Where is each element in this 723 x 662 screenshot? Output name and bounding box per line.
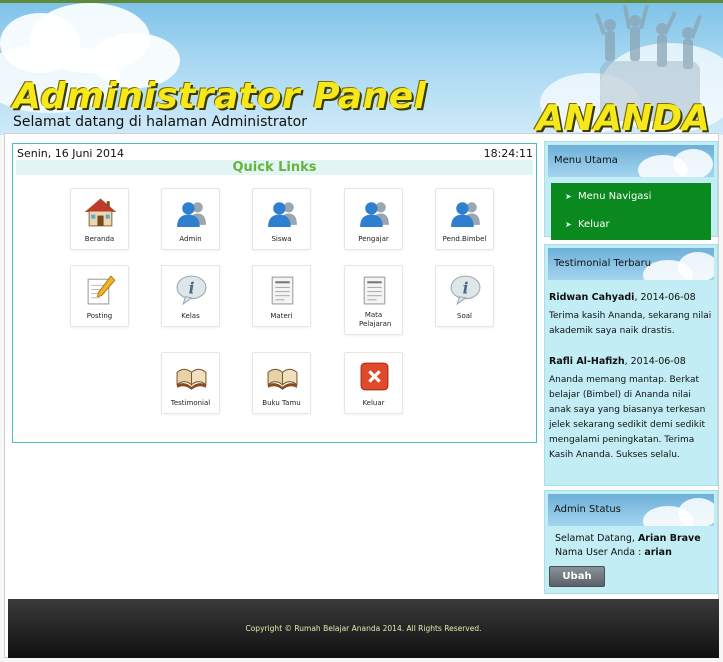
menu-utama-panel: Menu Utama ➤ Menu Navigasi ➤ Keluar: [544, 141, 718, 240]
testimonial-entry: Rafli Al-Hafizh, 2014-06-08 Ananda meman…: [549, 354, 713, 463]
book-icon: [267, 368, 298, 390]
tile-label: Posting: [86, 312, 113, 320]
admin-status-panel: Admin Status Selamat Datang, Arian Brave…: [544, 490, 718, 594]
arrow-right-icon: ➤: [565, 220, 572, 229]
tile-mata-pelajaran[interactable]: Mata Pelajaran: [344, 265, 403, 335]
welcome-text: Selamat datang di halaman Administrator: [13, 114, 307, 130]
user-display-name: Arian Brave: [637, 533, 701, 544]
testimonial-panel: Testimonial Terbaru Ridwan Cahyadi, 2014…: [544, 244, 718, 486]
username-label: Nama User Anda :: [555, 547, 645, 558]
tile-admin[interactable]: Admin: [161, 188, 220, 250]
username-value: arian: [644, 547, 672, 558]
tile-label: Kelas: [181, 312, 200, 320]
testimonial-date: , 2014-06-08: [624, 356, 686, 367]
tile-label: Soal: [457, 312, 472, 320]
copyright-text: Copyright © Rumah Belajar Ananda 2014. A…: [245, 624, 482, 633]
book-icon: [176, 368, 207, 390]
info-bubble-icon: i: [176, 275, 207, 306]
info-bubble-icon: i: [450, 275, 481, 306]
tile-pengajar[interactable]: Pengajar: [344, 188, 403, 250]
panel-title: Testimonial Terbaru: [554, 258, 652, 269]
panel-header: Admin Status: [548, 494, 714, 526]
panel-title: Admin Status: [554, 504, 621, 515]
tile-siswa[interactable]: Siswa: [252, 188, 311, 250]
users-icon: [177, 202, 206, 227]
admin-status-info: Selamat Datang, Arian Brave Nama User An…: [555, 532, 717, 560]
tile-label: Keluar: [362, 399, 385, 407]
panel-header: Menu Utama: [548, 145, 714, 177]
users-icon: [268, 202, 297, 227]
tile-pend-bimbel[interactable]: Pend.Bimbel: [435, 188, 494, 250]
tile-label: Testimonial: [170, 399, 211, 407]
main-container: Senin, 16 Juni 2014 18:24:11 Quick Links…: [4, 133, 719, 658]
home-icon: [84, 198, 117, 227]
menu-item-navigasi[interactable]: ➤ Menu Navigasi: [551, 183, 711, 211]
testimonial-text: Terima kasih Ananda, sekarang nilai akad…: [549, 311, 712, 336]
testimonial-author: Rafli Al-Hafizh: [549, 356, 625, 367]
tile-materi[interactable]: Materi: [252, 265, 311, 327]
testimonial-date: , 2014-06-08: [634, 292, 696, 303]
tile-beranda[interactable]: Beranda: [70, 188, 129, 250]
arrow-right-icon: ➤: [565, 192, 572, 201]
menu-item-keluar[interactable]: ➤ Keluar: [551, 211, 711, 239]
greeting-label: Selamat Datang,: [555, 533, 638, 544]
cloud-decoration: [678, 498, 714, 526]
tile-label: Buku Tamu: [262, 399, 301, 407]
panel-title: Menu Utama: [554, 155, 618, 166]
header-banner: Administrator Panel Selamat datang di ha…: [0, 0, 723, 135]
svg-text:i: i: [463, 279, 469, 298]
tile-testimonial[interactable]: Testimonial: [161, 352, 220, 414]
document-icon: [271, 276, 294, 305]
tile-label: Materi: [270, 312, 293, 320]
ubah-button[interactable]: Ubah: [549, 566, 605, 587]
cloud-decoration: [678, 252, 714, 280]
tile-posting[interactable]: Posting: [70, 265, 129, 327]
users-icon: [360, 202, 389, 227]
tile-label: Pengajar: [358, 235, 389, 243]
footer: Copyright © Rumah Belajar Ananda 2014. A…: [8, 599, 719, 658]
testimonial-author: Ridwan Cahyadi: [549, 292, 635, 303]
users-icon: [451, 202, 480, 227]
edit-note-icon: [87, 275, 116, 305]
svg-text:i: i: [189, 279, 195, 298]
cloud-decoration: [673, 149, 713, 177]
quick-links-title: Quick Links: [16, 160, 533, 175]
tile-label: Siswa: [271, 235, 292, 243]
menu-item-label: Keluar: [578, 219, 610, 230]
tile-label: Beranda: [84, 235, 115, 243]
tile-label: Admin: [179, 235, 202, 243]
close-icon: [360, 362, 389, 391]
menu-list: ➤ Menu Navigasi ➤ Keluar: [551, 183, 711, 240]
page-title: Administrator Panel: [13, 76, 427, 117]
current-date: Senin, 16 Juni 2014: [17, 147, 124, 160]
testimonial-entry: Ridwan Cahyadi, 2014-06-08 Terima kasih …: [549, 290, 713, 339]
quick-links-panel: Senin, 16 Juni 2014 18:24:11 Quick Links…: [12, 143, 537, 443]
tile-label: Pend.Bimbel: [442, 235, 487, 243]
document-icon: [363, 276, 386, 305]
tile-label: Mata Pelajaran: [359, 311, 392, 328]
brand-logo-text: ANANDA: [536, 98, 710, 135]
tile-keluar[interactable]: Keluar: [344, 352, 403, 414]
testimonial-text: Ananda memang mantap. Berkat belajar (Bi…: [549, 375, 706, 460]
panel-header: Testimonial Terbaru: [548, 248, 714, 280]
current-time: 18:24:11: [483, 147, 533, 160]
tile-soal[interactable]: i Soal: [435, 265, 494, 327]
tile-kelas[interactable]: i Kelas: [161, 265, 220, 327]
tile-buku-tamu[interactable]: Buku Tamu: [252, 352, 311, 414]
menu-item-label: Menu Navigasi: [578, 191, 652, 202]
